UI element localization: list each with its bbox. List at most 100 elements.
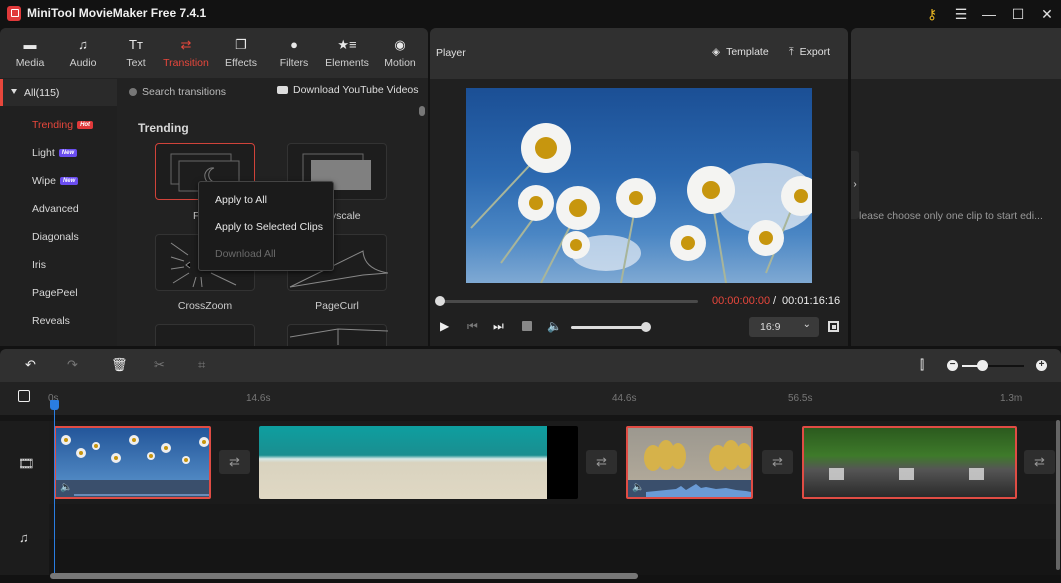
clip-waterfall[interactable] [802,426,1017,499]
template-button[interactable]: ◈ Template [712,46,769,58]
transition-slot[interactable]: ⇄ [1024,450,1055,474]
menu-item-download-all: Download All [215,248,276,260]
search-icon [129,88,137,96]
title-bar: MiniTool MovieMaker Free 7.4.1 ⚷ ☰ — ☐ ✕ [0,0,1061,28]
volume-slider[interactable] [571,326,646,329]
volume-icon[interactable]: 🔈 [547,319,562,333]
category-trending[interactable]: Trending Hot [32,119,94,131]
add-track-icon[interactable] [18,390,30,402]
timeline-ruler[interactable]: 0s 14.6s 44.6s 56.5s 1.3m [0,382,1061,415]
music-note-icon: ♫ [78,37,88,52]
category-advanced[interactable]: Advanced [32,203,79,215]
menu-item-apply-to-all[interactable]: Apply to All [215,194,267,206]
search-input[interactable] [142,82,262,102]
clip-ducklings[interactable]: 🔈 [626,426,753,499]
transition-thumb[interactable] [287,324,389,346]
transition-thumb[interactable] [155,324,255,346]
transition-slot[interactable]: ⇄ [219,450,250,474]
menu-item-apply-to-selected-clips[interactable]: Apply to Selected Clips [215,221,323,233]
clip-audio-icon[interactable]: 🔈 [60,482,72,493]
audio-track[interactable] [49,504,1061,539]
aspect-ratio-select[interactable]: 16:9 ⌄ [749,317,819,337]
filters-icon: ● [290,37,298,52]
search-bar: Download YouTube Videos [117,79,428,106]
youtube-download-icon [277,86,288,95]
effects-icon: ❐ [235,37,247,52]
category-all-toggle[interactable]: All(115) [0,79,117,106]
fit-timeline-icon[interactable]: ⫿ [920,357,924,373]
total-time: 00:01:16:16 [782,295,841,307]
maximize-icon[interactable]: ☐ [1008,4,1028,24]
clip-beach[interactable] [259,426,578,499]
timeline-zoom-handle[interactable] [977,360,988,371]
download-youtube-button[interactable]: Download YouTube Videos [277,84,419,102]
tab-elements[interactable]: ★≡ Elements [321,28,373,78]
clip-thumbnail [804,428,1015,497]
close-icon[interactable]: ✕ [1037,4,1057,24]
player-header: Player ◈ Template ⤒ Export [430,28,848,79]
video-preview[interactable] [466,88,812,283]
time-separator: / [773,295,777,307]
redo-icon[interactable]: ↷ [67,357,78,373]
volume-handle[interactable] [641,322,651,332]
timeline-vertical-scrollbar[interactable] [1056,420,1060,570]
category-wipe[interactable]: Wipe New [32,175,79,187]
audio-track-header: ♫ [0,504,49,575]
app-logo-icon [7,6,21,21]
film-strip-icon: 🎞 [18,456,35,471]
swap-arrows-icon: ⇄ [180,37,192,52]
tab-text[interactable]: Tт Text [110,28,162,78]
ruler-tick: 14.6s [246,393,271,404]
collapse-panel-button[interactable]: › [851,151,859,219]
tab-motion[interactable]: ◉ Motion [374,28,426,78]
current-time: 00:00:00:00 [712,295,771,307]
next-frame-button[interactable]: ⏭ [493,319,504,334]
new-badge: New [58,149,78,158]
stop-button[interactable] [522,321,532,331]
seek-bar[interactable] [440,300,698,303]
transition-slot[interactable]: ⇄ [586,450,617,474]
tab-effects[interactable]: ❐ Effects [215,28,267,78]
tab-filters[interactable]: ● Filters [268,28,320,78]
timeline-horizontal-scrollbar[interactable] [50,573,638,579]
key-icon[interactable]: ⚷ [922,4,942,24]
category-pagepeel[interactable]: PagePeel [32,287,78,299]
export-button[interactable]: ⤒ Export [789,46,830,59]
fullscreen-icon[interactable] [828,321,839,332]
zoom-in-icon[interactable]: + [1036,360,1047,371]
tab-media[interactable]: ▬ Media [4,28,56,78]
playhead[interactable] [54,400,55,575]
chevron-down-icon: ⌄ [802,319,811,330]
minimize-icon[interactable]: — [979,4,999,24]
clip-audio-icon[interactable]: 🔈 [632,482,644,493]
category-diagonals[interactable]: Diagonals [32,231,79,243]
tab-audio[interactable]: ♫ Audio [57,28,109,78]
player-title: Player [436,47,466,59]
category-iris[interactable]: Iris [32,259,46,271]
clip-daisies[interactable]: 🔈 [54,426,211,499]
zoom-out-icon[interactable]: − [947,360,958,371]
menu-icon[interactable]: ☰ [951,4,971,24]
timeline-toolbar: ↶ ↷ 🗑 ✂ ⌗ ⫿ − + [0,349,1061,382]
music-note-icon: ♫ [19,530,29,545]
transition-slot[interactable]: ⇄ [762,450,793,474]
category-light[interactable]: Light New [32,147,78,159]
undo-icon[interactable]: ↶ [25,357,36,373]
playhead-handle[interactable] [50,400,59,410]
app-title: MiniTool MovieMaker Free 7.4.1 [27,6,207,20]
split-scissors-icon[interactable]: ✂ [154,357,165,373]
category-reveals[interactable]: Reveals [32,315,70,327]
library-scrollbar[interactable] [419,106,425,116]
hot-badge: Hot [77,121,94,130]
previous-frame-button[interactable]: ⏮ [467,319,478,334]
delete-icon[interactable]: 🗑 [111,357,128,373]
motion-icon: ◉ [394,37,406,52]
ruler-tick: 1.3m [1000,393,1023,404]
crop-icon[interactable]: ⌗ [198,357,205,373]
play-button[interactable]: ▶ [440,319,449,333]
video-track-header: 🎞 [0,421,49,504]
ruler-tick: 44.6s [612,393,637,404]
audio-waveform [646,484,751,497]
seek-handle[interactable] [435,296,445,306]
tab-transition[interactable]: ⇄ Transition [160,28,212,78]
